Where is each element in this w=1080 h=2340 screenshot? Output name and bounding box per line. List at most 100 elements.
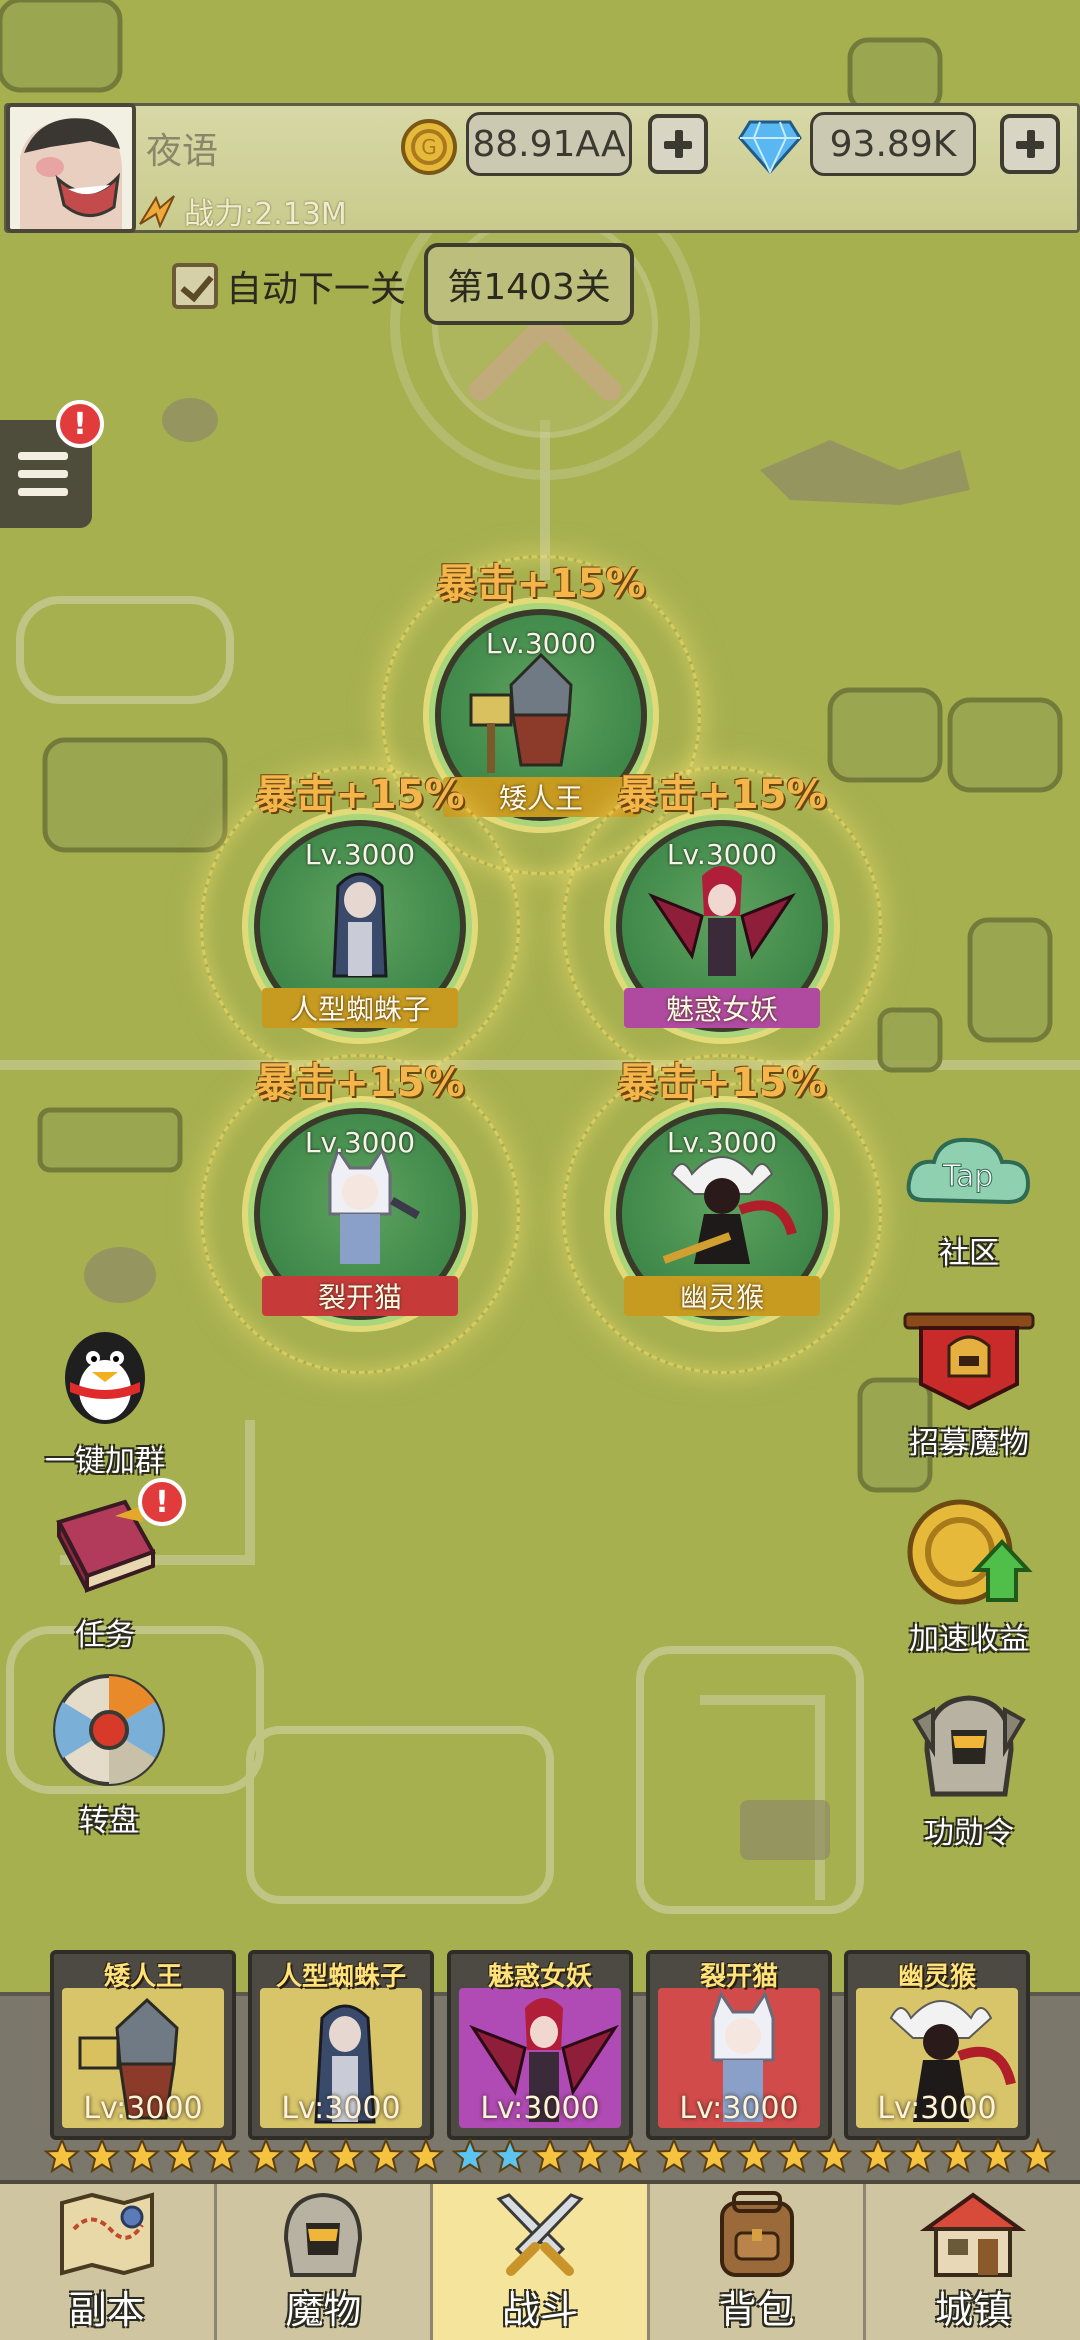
menu-alert-badge: ! <box>56 400 104 448</box>
team-member-name: 人型蜘蛛子 <box>275 1962 406 1992</box>
star-icon <box>612 2138 648 2174</box>
monster-level: Lv.3000 <box>666 1126 778 1159</box>
star-icon <box>532 2138 568 2174</box>
join-group-button[interactable]: 一键加群 <box>30 1318 180 1480</box>
community-label: 社区 <box>939 1236 999 1271</box>
tap-badge: Tap <box>942 1159 994 1194</box>
star-icon <box>248 2138 284 2174</box>
merit-order-button[interactable]: 功勋令 <box>894 1690 1044 1852</box>
nav-monster-label: 魔物 <box>285 2288 362 2332</box>
combat-power-value: 战力:2.13M <box>184 197 347 232</box>
team-member-name: 幽灵猴 <box>897 1962 976 1992</box>
team-slot-4[interactable]: 裂开猫 Lv:3000 <box>646 1950 832 2140</box>
stage-indicator-button[interactable]: 第1403关 <box>424 243 634 325</box>
monster-name: 裂开猫 <box>262 1276 458 1316</box>
nav-dungeon[interactable]: 副本 <box>0 2184 217 2340</box>
gold-amount: 88.91AA <box>466 112 632 176</box>
star-icon <box>164 2138 200 2174</box>
speed-coin-icon <box>907 1499 1033 1605</box>
star-icon <box>204 2138 240 2174</box>
monster-name: 幽灵猴 <box>624 1276 820 1316</box>
merit-order-label: 功勋令 <box>924 1816 1014 1851</box>
star-icon <box>940 2138 976 2174</box>
roulette-label: 转盘 <box>79 1804 139 1839</box>
star-icon <box>328 2138 364 2174</box>
star-icon <box>368 2138 404 2174</box>
speed-income-button[interactable]: 加速收益 <box>894 1496 1044 1658</box>
team-member-level: Lv:3000 <box>83 2091 203 2126</box>
join-group-label: 一键加群 <box>45 1444 165 1479</box>
star-icon <box>696 2138 732 2174</box>
community-button[interactable]: Tap 社区 <box>894 1130 1044 1272</box>
nav-battle-label: 战斗 <box>501 2288 578 2332</box>
hamburger-icon <box>18 452 68 460</box>
svg-text:G: G <box>421 135 437 159</box>
nav-backpack[interactable]: 背包 <box>650 2184 867 2340</box>
star-icon <box>736 2138 772 2174</box>
monster-name: 魅惑女妖 <box>624 988 820 1028</box>
monster-level: Lv.3000 <box>666 838 778 871</box>
nav-battle[interactable]: 战斗 <box>433 2184 650 2340</box>
formation-slot-2[interactable]: Lv.3000 人型蜘蛛子 暴击+15% <box>200 766 520 1086</box>
ghost-monkey-portrait-icon <box>662 1156 797 1264</box>
recruit-monster-label: 招募魔物 <box>909 1426 1029 1461</box>
crit-bonus: 暴击+15% <box>255 772 465 818</box>
power-icon <box>139 195 175 228</box>
team-slot-3[interactable]: 魅惑女妖 Lv:3000 <box>447 1950 633 2140</box>
team-slot-1[interactable]: 矮人王 Lv:3000 <box>50 1950 236 2140</box>
team-member-name: 魅惑女妖 <box>487 1962 592 1992</box>
crit-bonus: 暴击+15% <box>255 1060 465 1106</box>
recruit-monster-button[interactable]: 招募魔物 <box>894 1310 1044 1462</box>
add-gold-button[interactable] <box>648 114 708 174</box>
nav-dungeon-label: 副本 <box>68 2288 145 2332</box>
crossed-swords-icon <box>496 2193 584 2276</box>
star-icon <box>900 2138 936 2174</box>
player-name: 夜语 <box>146 131 219 172</box>
dwarf-king-portrait-icon <box>469 652 573 773</box>
team-slot-2[interactable]: 人型蜘蛛子 Lv:3000 <box>248 1950 434 2140</box>
gold-coin-icon: G <box>401 119 457 175</box>
crit-bonus: 暴击+15% <box>617 1060 827 1106</box>
team-member-level: Lv:3000 <box>877 2091 997 2126</box>
formation-slot-5[interactable]: Lv.3000 幽灵猴 暴击+15% <box>562 1054 882 1374</box>
auto-next-label: 自动下一关 <box>226 269 407 310</box>
quest-alert-badge: ! <box>138 1478 186 1526</box>
nav-monster[interactable]: 魔物 <box>217 2184 434 2340</box>
map-scroll-icon <box>59 2192 154 2276</box>
auto-next-toggle[interactable]: 自动下一关 <box>172 260 406 312</box>
star-icon <box>776 2138 812 2174</box>
star-icon <box>656 2138 692 2174</box>
roulette-button[interactable]: 转盘 <box>34 1672 184 1840</box>
tap-community-icon: Tap <box>906 1137 1031 1205</box>
star-icon <box>84 2138 120 2174</box>
team-member-level: Lv:3000 <box>679 2091 799 2126</box>
player-face-icon <box>10 107 132 229</box>
diamond-icon <box>738 120 802 174</box>
formation-slot-4[interactable]: Lv.3000 裂开猫 暴击+15% <box>200 1054 520 1374</box>
star-icon <box>288 2138 324 2174</box>
team-member-name: 矮人王 <box>103 1962 182 1992</box>
diamond-amount: 93.89K <box>810 112 976 176</box>
helmet-icon <box>912 1695 1026 1797</box>
combat-power: 战力:2.13M <box>138 190 347 232</box>
player-avatar[interactable] <box>6 103 136 233</box>
monster-level: Lv.3000 <box>485 627 597 660</box>
quest-label: 任务 <box>75 1618 135 1653</box>
team-slot-5[interactable]: 幽灵猴 Lv:3000 <box>844 1950 1030 2140</box>
recruit-banner-icon <box>903 1312 1035 1411</box>
speed-income-label: 加速收益 <box>909 1622 1029 1657</box>
crit-bonus: 暴击+15% <box>436 561 646 607</box>
crit-bonus: 暴击+15% <box>617 772 827 818</box>
add-diamond-button[interactable] <box>1000 114 1060 174</box>
formation-slot-3[interactable]: Lv.3000 魅惑女妖 暴击+15% <box>562 766 882 1086</box>
monster-helmet-icon <box>284 2192 363 2277</box>
star-icon <box>452 2138 488 2174</box>
nav-town[interactable]: 城镇 <box>866 2184 1080 2340</box>
nav-backpack-label: 背包 <box>718 2288 795 2332</box>
star-icon <box>1020 2138 1056 2174</box>
star-icon <box>816 2138 852 2174</box>
team-member-level: Lv:3000 <box>281 2091 401 2126</box>
star-icon <box>572 2138 608 2174</box>
auto-next-checkbox[interactable] <box>172 263 218 309</box>
team-star-row <box>44 2138 1056 2174</box>
